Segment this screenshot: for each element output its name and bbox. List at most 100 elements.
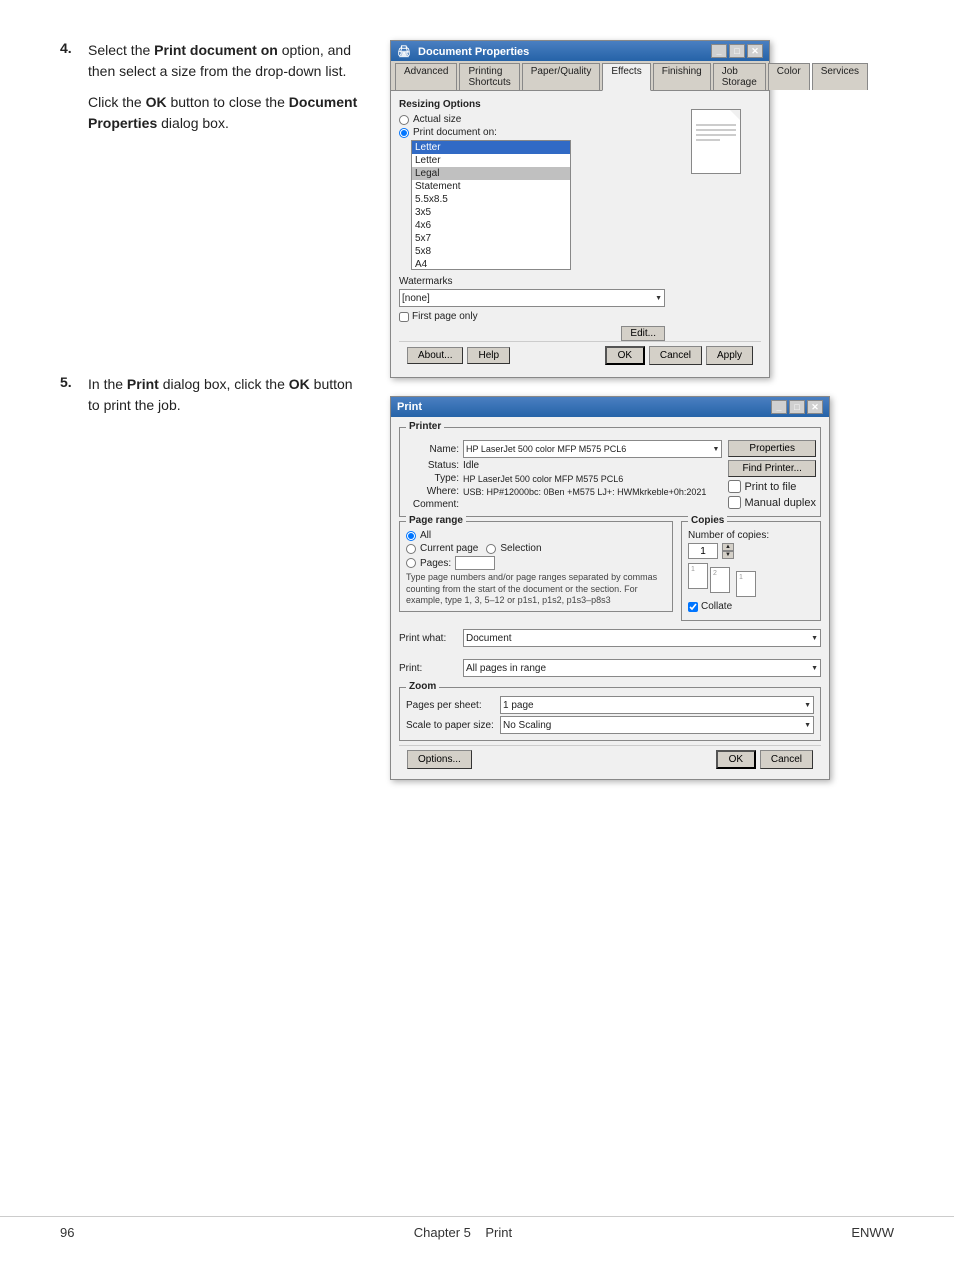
- manual-duplex-checkbox[interactable]: [728, 496, 741, 509]
- titlebar-buttons-2: _ □ ✕: [771, 400, 823, 414]
- tab-printing-shortcuts[interactable]: Printing Shortcuts: [459, 63, 519, 90]
- ok-button-1[interactable]: OK: [605, 346, 645, 365]
- properties-button[interactable]: Properties: [728, 440, 816, 457]
- apply-button-1[interactable]: Apply: [706, 346, 753, 365]
- dialog-tabs-1: Advanced Printing Shortcuts Paper/Qualit…: [391, 61, 769, 91]
- dialog-body-1: Resizing Options Actual size Print docum…: [391, 91, 769, 377]
- print-row: Print: All pages in range ▼: [399, 659, 821, 677]
- paper-size-item-statement[interactable]: Statement: [412, 180, 570, 193]
- collate-checkbox[interactable]: [688, 602, 698, 612]
- tab-job-storage[interactable]: Job Storage: [713, 63, 766, 90]
- print-what-dropdown[interactable]: Document ▼: [463, 629, 821, 647]
- pages-input[interactable]: [455, 556, 495, 570]
- maximize-btn-2[interactable]: □: [789, 400, 805, 414]
- paper-size-dropdown-list[interactable]: Letter Letter Legal Statement 5.5x8.5 3x…: [411, 140, 571, 270]
- scale-row: Scale to paper size: No Scaling ▼: [406, 716, 814, 734]
- print-what-label: Print what:: [399, 633, 459, 644]
- step-4-number: 4.: [60, 40, 80, 82]
- printer-name-dropdown[interactable]: HP LaserJet 500 color MFP M575 PCL6 ▼: [463, 440, 722, 458]
- find-printer-button[interactable]: Find Printer...: [728, 460, 816, 477]
- tab-paper-quality[interactable]: Paper/Quality: [522, 63, 601, 90]
- paper-size-item-3x5[interactable]: 3x5: [412, 206, 570, 219]
- paper-size-item-4x6[interactable]: 4x6: [412, 219, 570, 232]
- footer-page-number: 96: [60, 1225, 74, 1240]
- tab-services[interactable]: Services: [812, 63, 868, 90]
- about-button[interactable]: About...: [407, 347, 463, 364]
- selection-radio[interactable]: [486, 544, 496, 554]
- paper-size-item-letter[interactable]: Letter: [412, 141, 570, 154]
- scale-label: Scale to paper size:: [406, 720, 496, 731]
- minimize-btn-2[interactable]: _: [771, 400, 787, 414]
- print-to-file-row: Print to file: [728, 480, 816, 493]
- first-page-only-checkbox[interactable]: [399, 312, 409, 322]
- cancel-button-1[interactable]: Cancel: [649, 346, 702, 365]
- page-lines: [692, 110, 740, 148]
- copies-body: Number of copies: ▲ ▼: [688, 530, 814, 612]
- step-4-text: Select the Print document on option, and…: [88, 40, 360, 82]
- dialog-title-1: 🖨 Document Properties: [397, 45, 529, 58]
- all-radio-row: All: [406, 530, 666, 541]
- page-range-title: Page range: [406, 515, 466, 526]
- page-preview: [691, 109, 741, 174]
- cancel-button-2[interactable]: Cancel: [760, 750, 813, 769]
- tab-color[interactable]: Color: [768, 63, 810, 90]
- all-radio[interactable]: [406, 531, 416, 541]
- document-properties-dialog: 🖨 Document Properties _ □ ✕ Advanced Pri…: [390, 40, 770, 378]
- copies-down[interactable]: ▼: [722, 551, 734, 559]
- paper-size-item-5x8[interactable]: 5.5x8.5: [412, 193, 570, 206]
- collate-label: Collate: [701, 601, 732, 612]
- close-btn-1[interactable]: ✕: [747, 44, 763, 58]
- print-arrow: ▼: [811, 665, 818, 672]
- print-dialog-body: Printer Name: HP LaserJet 500 color MFP …: [391, 417, 829, 779]
- print-to-file-checkbox[interactable]: [728, 480, 741, 493]
- pages-label: Pages:: [420, 558, 451, 569]
- tab-effects[interactable]: Effects: [602, 63, 650, 91]
- comment-row: Comment:: [404, 499, 722, 510]
- print-section: Print: All pages in range ▼: [399, 655, 821, 681]
- paper-size-item-a4[interactable]: A4: [412, 258, 570, 270]
- page-range-body: All Current page Selection: [406, 530, 666, 607]
- num-copies-label: Number of copies:: [688, 530, 814, 541]
- scale-dropdown[interactable]: No Scaling ▼: [500, 716, 814, 734]
- ok-button-2[interactable]: OK: [716, 750, 756, 769]
- where-label: Where:: [404, 486, 459, 497]
- step-4-subtext: Click the OK button to close the Documen…: [88, 92, 360, 134]
- help-button[interactable]: Help: [467, 347, 510, 364]
- print-doc-on-radio[interactable]: [399, 128, 409, 138]
- options-button[interactable]: Options...: [407, 750, 472, 769]
- minimize-btn-1[interactable]: _: [711, 44, 727, 58]
- paper-size-item-5x8b[interactable]: 5x8: [412, 245, 570, 258]
- page-thumb-2: 2: [710, 567, 730, 593]
- watermarks-dropdown[interactable]: [none] ▼: [399, 289, 665, 307]
- paper-size-item-legal[interactable]: Legal: [412, 167, 570, 180]
- pages-per-sheet-dropdown[interactable]: 1 page ▼: [500, 696, 814, 714]
- tab-advanced[interactable]: Advanced: [395, 63, 457, 90]
- type-row: Type: HP LaserJet 500 color MFP M575 PCL…: [404, 473, 722, 484]
- manual-duplex-label: Manual duplex: [744, 497, 816, 509]
- paper-size-item-5x7[interactable]: 5x7: [412, 232, 570, 245]
- maximize-btn-1[interactable]: □: [729, 44, 745, 58]
- close-btn-2[interactable]: ✕: [807, 400, 823, 414]
- copies-up[interactable]: ▲: [722, 543, 734, 551]
- print-dropdown[interactable]: All pages in range ▼: [463, 659, 821, 677]
- printer-section: Printer Name: HP LaserJet 500 color MFP …: [399, 427, 821, 517]
- where-value: USB: HP#12000bc: 0Ben +M575 LJ+: HWMkrke…: [463, 487, 706, 497]
- paper-size-item-letter2[interactable]: Letter: [412, 154, 570, 167]
- current-selection-row: Current page Selection: [406, 543, 666, 556]
- copies-spinner: ▲ ▼: [722, 543, 734, 559]
- selection-label: Selection: [500, 543, 541, 554]
- actual-size-radio[interactable]: [399, 115, 409, 125]
- page-line-3: [696, 134, 736, 136]
- tab-finishing[interactable]: Finishing: [653, 63, 711, 90]
- pages-radio[interactable]: [406, 558, 416, 568]
- print-dialog: Print _ □ ✕ Printer Name:: [390, 396, 830, 780]
- copies-input[interactable]: [688, 543, 718, 559]
- resizing-options-label: Resizing Options: [399, 99, 665, 110]
- zoom-body: Pages per sheet: 1 page ▼ Scale to paper…: [406, 696, 814, 734]
- current-page-radio[interactable]: [406, 544, 416, 554]
- name-label: Name:: [404, 444, 459, 455]
- step-5: 5. In the Print dialog box, click the OK…: [60, 374, 360, 416]
- actual-size-radio-row: Actual size: [399, 114, 665, 125]
- edit-button[interactable]: Edit...: [621, 326, 665, 341]
- printer-buttons: Properties Find Printer... Print to file…: [728, 440, 816, 509]
